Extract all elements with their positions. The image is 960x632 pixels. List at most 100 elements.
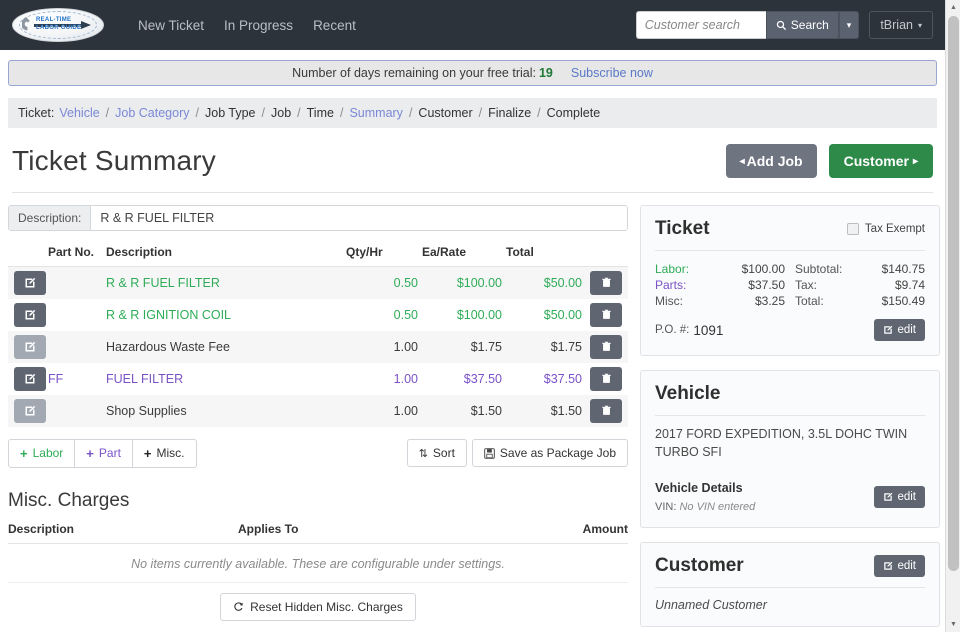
scrollbar-down-arrow[interactable]: ▼ (946, 617, 960, 632)
delete-line-item-button[interactable] (590, 399, 622, 423)
misc-charges-title: Misc. Charges (8, 490, 628, 512)
subtotal-row: Subtotal: $140.75 (795, 261, 925, 277)
save-as-package-job-button[interactable]: Save as Package Job (472, 439, 628, 467)
edit-customer-button[interactable]: edit (874, 555, 925, 577)
customer-next-button[interactable]: Customer ▸ (829, 144, 933, 178)
edit-pencil-icon (883, 325, 893, 335)
breadcrumb-step-job-category[interactable]: Job Category (115, 106, 189, 120)
row-qty: 1.00 (346, 395, 422, 427)
page-title-buttons: ◂ Add Job Customer ▸ (726, 144, 933, 178)
breadcrumb-separator: / (262, 106, 265, 120)
breadcrumb-step-vehicle[interactable]: Vehicle (59, 106, 99, 120)
subscribe-now-link[interactable]: Subscribe now (571, 66, 653, 80)
save-package-group: Save as Package Job (472, 439, 628, 467)
line-items-body: R & R FUEL FILTER 0.50 $100.00 $50.00 (8, 267, 628, 427)
col-ea-rate: Ea/Rate (422, 245, 506, 267)
customer-next-label: Customer (844, 153, 909, 169)
add-labor-button[interactable]: + Labor (8, 439, 75, 468)
row-delete-cell (586, 395, 628, 427)
breadcrumb: Ticket: Vehicle / Job Category / Job Typ… (8, 98, 937, 128)
row-edit-cell (8, 299, 48, 331)
edit-line-item-button[interactable] (14, 367, 46, 391)
reset-hidden-misc-charges-label: Reset Hidden Misc. Charges (250, 600, 403, 614)
col-edit (8, 245, 48, 267)
add-item-button-group: + Labor + Part + Misc. (8, 439, 197, 468)
page-scrollbar[interactable]: ▲ ▼ (945, 0, 960, 632)
add-part-label: Part (99, 446, 121, 460)
row-edit-cell (8, 331, 48, 363)
user-menu-button[interactable]: tBrian ▾ (869, 11, 933, 39)
nav-item-in-progress[interactable]: In Progress (222, 14, 295, 37)
add-misc-button[interactable]: + Misc. (133, 439, 197, 468)
vehicle-panel-divider (655, 415, 925, 416)
row-delete-cell (586, 363, 628, 395)
misc-charges-body: No items currently available. These are … (8, 543, 628, 582)
page-title: Ticket Summary (12, 145, 216, 177)
user-menu-label: tBrian (880, 18, 913, 32)
edit-line-item-button[interactable] (14, 399, 46, 423)
row-edit-cell (8, 395, 48, 427)
delete-line-item-button[interactable] (590, 367, 622, 391)
edit-vehicle-button[interactable]: edit (874, 486, 925, 508)
line-item-actions: + Labor + Part + Misc. ⇅ (8, 439, 628, 468)
total-value: $150.49 (882, 294, 925, 308)
vehicle-panel: Vehicle 2017 FORD EXPEDITION, 3.5L DOHC … (640, 370, 940, 528)
reset-hidden-misc-charges-button[interactable]: Reset Hidden Misc. Charges (220, 593, 416, 621)
total-row: Total: $150.49 (795, 293, 925, 309)
edit-ticket-button[interactable]: edit (874, 319, 925, 341)
row-total: $1.50 (506, 395, 586, 427)
row-delete-cell (586, 331, 628, 363)
ticket-panel: Ticket Tax Exempt Labor: $100.00 P (640, 205, 940, 356)
job-description-input[interactable] (91, 206, 627, 230)
edit-vehicle-label: edit (897, 491, 916, 503)
customer-search-input[interactable] (636, 11, 766, 39)
nav-item-recent[interactable]: Recent (311, 14, 358, 37)
row-qty: 1.00 (346, 363, 422, 395)
ticket-panel-title: Ticket (655, 218, 710, 240)
delete-line-item-button[interactable] (590, 335, 622, 359)
delete-line-item-button[interactable] (590, 271, 622, 295)
scrollbar-up-arrow[interactable]: ▲ (946, 0, 960, 15)
ticket-totals: Labor: $100.00 Parts: $37.50 Misc: $3.25 (655, 261, 925, 309)
tax-exempt-toggle[interactable]: Tax Exempt (847, 223, 925, 235)
add-part-button[interactable]: + Part (75, 439, 133, 468)
row-delete-cell (586, 299, 628, 331)
row-edit-cell (8, 363, 48, 395)
col-part-no: Part No. (48, 245, 106, 267)
trash-icon (601, 405, 612, 416)
misc-empty-row: No items currently available. These are … (8, 543, 628, 582)
ticket-totals-left: Labor: $100.00 Parts: $37.50 Misc: $3.25 (655, 261, 785, 309)
breadcrumb-separator: / (409, 106, 412, 120)
vin-row: VIN: No VIN entered (655, 501, 755, 513)
breadcrumb-separator: / (479, 106, 482, 120)
add-job-button[interactable]: ◂ Add Job (726, 144, 817, 178)
parts-row: Parts: $37.50 (655, 277, 785, 293)
edit-pencil-icon (883, 561, 893, 571)
trial-days-count: 19 (539, 66, 553, 80)
breadcrumb-step-complete: Complete (547, 106, 601, 120)
search-dropdown-toggle[interactable]: ▾ (839, 11, 860, 39)
tax-row: Tax: $9.74 (795, 277, 925, 293)
scrollbar-thumb[interactable] (948, 16, 959, 571)
delete-line-item-button[interactable] (590, 303, 622, 327)
edit-line-item-button[interactable] (14, 271, 46, 295)
breadcrumb-step-summary[interactable]: Summary (349, 106, 402, 120)
po-label: P.O. #: (655, 324, 689, 336)
tax-exempt-checkbox[interactable] (847, 223, 859, 235)
edit-line-item-button[interactable] (14, 303, 46, 327)
add-misc-label: Misc. (157, 446, 185, 460)
add-labor-label: Labor (33, 446, 64, 460)
vehicle-panel-title: Vehicle (655, 383, 721, 405)
edit-line-item-button[interactable] (14, 335, 46, 359)
brand-logo[interactable]: REAL-TIME LABOR GUIDE (12, 6, 108, 44)
search-button[interactable]: Search (766, 11, 839, 39)
misc-col-amount: Amount (461, 522, 628, 544)
row-qty: 0.50 (346, 299, 422, 331)
trash-icon (601, 373, 612, 384)
row-delete-cell (586, 267, 628, 299)
customer-panel-divider (655, 587, 925, 588)
row-description: R & R IGNITION COIL (106, 299, 346, 331)
col-delete (586, 245, 628, 267)
sort-button[interactable]: ⇅ Sort (407, 439, 467, 467)
nav-item-new-ticket[interactable]: New Ticket (136, 14, 206, 37)
